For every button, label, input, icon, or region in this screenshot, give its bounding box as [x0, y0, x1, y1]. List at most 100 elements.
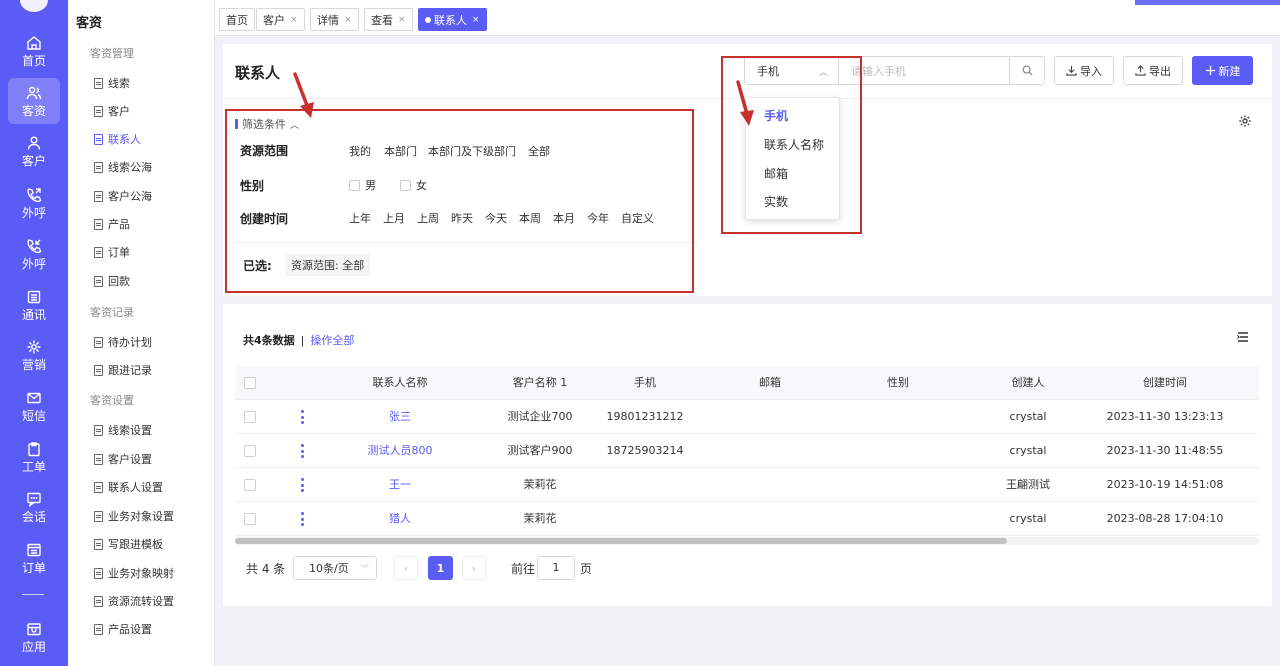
rail-item-chat[interactable]: 会话	[8, 484, 60, 530]
next-page-button[interactable]: ›	[462, 556, 486, 580]
search-button[interactable]	[1009, 56, 1045, 85]
scrollbar-thumb[interactable]	[235, 538, 1007, 544]
creator-cell: crystal	[1009, 444, 1047, 457]
gender-cell	[833, 502, 963, 536]
rail-item-leads[interactable]: 客资	[8, 78, 60, 124]
row-checkbox[interactable]	[244, 411, 256, 423]
document-icon	[94, 481, 103, 493]
rail-item-marketing[interactable]: 营销	[8, 332, 60, 378]
email-cell	[705, 502, 835, 536]
sidebar-item-lead-pool[interactable]: 线索公海	[94, 159, 152, 175]
contact-name-link[interactable]: 王一	[335, 468, 465, 502]
goto-label: 前往	[511, 562, 536, 576]
page-number-current[interactable]: 1	[428, 556, 453, 580]
rail-item-home[interactable]: 首页	[8, 28, 60, 74]
close-icon[interactable]: ×	[344, 15, 352, 25]
col-phone[interactable]: 手机	[580, 366, 710, 400]
sidebar-item-leads[interactable]: 线索	[94, 75, 130, 91]
document-icon	[94, 275, 103, 287]
sidebar-item-object-settings[interactable]: 业务对象设置	[94, 508, 174, 524]
tab-detail[interactable]: 详情 ×	[310, 8, 359, 31]
tab-customer[interactable]: 客户 ×	[256, 8, 305, 31]
export-button[interactable]: 导出	[1123, 56, 1183, 85]
col-creator[interactable]: 创建人	[963, 366, 1093, 400]
logo-icon	[20, 0, 48, 12]
page-size-select[interactable]: 10条/页 ﹀	[293, 556, 377, 580]
sidebar-item-customers[interactable]: 客户	[94, 103, 130, 119]
horizontal-scrollbar[interactable]	[235, 537, 1259, 545]
rail-item-sms[interactable]: 短信	[8, 383, 60, 429]
plus-icon	[1205, 65, 1215, 76]
gender-cell	[833, 400, 963, 434]
search-input[interactable]: 请输入手机	[838, 56, 1010, 85]
sidebar-item-followup-template[interactable]: 写跟进模板	[94, 536, 163, 552]
new-button[interactable]: 新建	[1192, 56, 1253, 85]
email-cell	[705, 400, 835, 434]
tab-contacts[interactable]: 联系人 ×	[418, 8, 487, 31]
col-contact-name[interactable]: 联系人名称	[335, 366, 465, 400]
col-gender[interactable]: 性别	[833, 366, 963, 400]
rail-item-contacts-book[interactable]: 通讯	[8, 282, 60, 328]
tab-view[interactable]: 查看 ×	[364, 8, 413, 31]
annotation-arrow-icon	[736, 80, 754, 126]
gear-icon[interactable]	[1238, 114, 1252, 128]
sidebar-item-todo[interactable]: 待办计划	[94, 334, 152, 350]
page-title: 联系人	[235, 64, 281, 82]
row-checkbox[interactable]	[244, 445, 256, 457]
col-created-time[interactable]: 创建时间	[1095, 366, 1235, 400]
document-icon	[94, 623, 103, 635]
active-dot-icon	[425, 16, 431, 23]
more-vertical-icon[interactable]	[299, 476, 305, 494]
column-settings-icon[interactable]	[1236, 330, 1250, 344]
sidebar-item-follow-up[interactable]: 跟进记录	[94, 362, 152, 378]
document-icon	[94, 161, 103, 173]
select-all-checkbox[interactable]	[244, 377, 256, 389]
sidebar-item-orders[interactable]: 订单	[94, 244, 130, 260]
rail-item-customer[interactable]: 客户	[8, 128, 60, 174]
close-icon[interactable]: ×	[472, 15, 480, 25]
row-checkbox[interactable]	[244, 479, 256, 491]
row-checkbox[interactable]	[244, 513, 256, 525]
more-vertical-icon[interactable]	[299, 510, 305, 528]
sidebar-item-product-settings[interactable]: 产品设置	[94, 621, 152, 637]
document-icon	[94, 567, 103, 579]
rail-item-outbound[interactable]: 外呼	[8, 180, 60, 226]
search-icon	[1022, 65, 1033, 76]
table-header: 联系人名称 客户名称 1 手机 邮箱 性别 创建人 创建时间	[235, 366, 1259, 400]
sidebar-item-products[interactable]: 产品	[94, 216, 130, 232]
col-email[interactable]: 邮箱	[705, 366, 835, 400]
rail-item-ticket[interactable]: 工单	[8, 434, 60, 480]
sidebar-item-payments[interactable]: 回款	[94, 273, 130, 289]
document-icon	[94, 246, 103, 258]
close-icon[interactable]: ×	[290, 15, 298, 25]
contact-name-link[interactable]: 张三	[335, 400, 465, 434]
import-button[interactable]: 导入	[1054, 56, 1114, 85]
sidebar-item-customer-settings[interactable]: 客户设置	[94, 451, 152, 467]
sidebar-item-contact-settings[interactable]: 联系人设置	[94, 479, 163, 495]
more-vertical-icon[interactable]	[299, 442, 305, 460]
clipboard-icon	[28, 441, 40, 456]
document-icon	[94, 453, 103, 465]
creator-cell: crystal	[1009, 512, 1047, 525]
sidebar-item-resource-flow[interactable]: 资源流转设置	[94, 593, 174, 609]
contact-name-link[interactable]: 测试人员800	[335, 434, 465, 468]
contact-name-link[interactable]: 猎人	[335, 502, 465, 536]
operate-all-link[interactable]: 操作全部	[310, 334, 354, 347]
sidebar-item-lead-settings[interactable]: 线索设置	[94, 422, 152, 438]
more-vertical-icon[interactable]	[299, 408, 305, 426]
sidebar-item-contacts[interactable]: 联系人	[94, 131, 141, 147]
chevron-down-icon: ﹀	[359, 565, 369, 575]
sidebar-item-object-mapping[interactable]: 业务对象映射	[94, 565, 174, 581]
sidebar-group-records: 客资记录	[90, 306, 134, 319]
goto-page-input[interactable]: 1	[537, 556, 575, 580]
rail-item-apps[interactable]: 应用	[8, 614, 60, 660]
app-rail: 首页 客资 客户 外呼 外呼 通讯 营销 短信 工单 会话 订单 应用	[0, 0, 68, 666]
close-icon[interactable]: ×	[398, 15, 406, 25]
tab-home[interactable]: 首页	[219, 8, 255, 31]
pagination-total: 共 4 条	[246, 562, 286, 576]
created-time-cell: 2023-11-30 11:48:55	[1106, 444, 1224, 457]
prev-page-button[interactable]: ‹	[394, 556, 418, 580]
rail-item-order[interactable]: 订单	[8, 535, 60, 581]
sidebar-item-customer-pool[interactable]: 客户公海	[94, 188, 152, 204]
rail-item-outbound-2[interactable]: 外呼	[8, 231, 60, 277]
